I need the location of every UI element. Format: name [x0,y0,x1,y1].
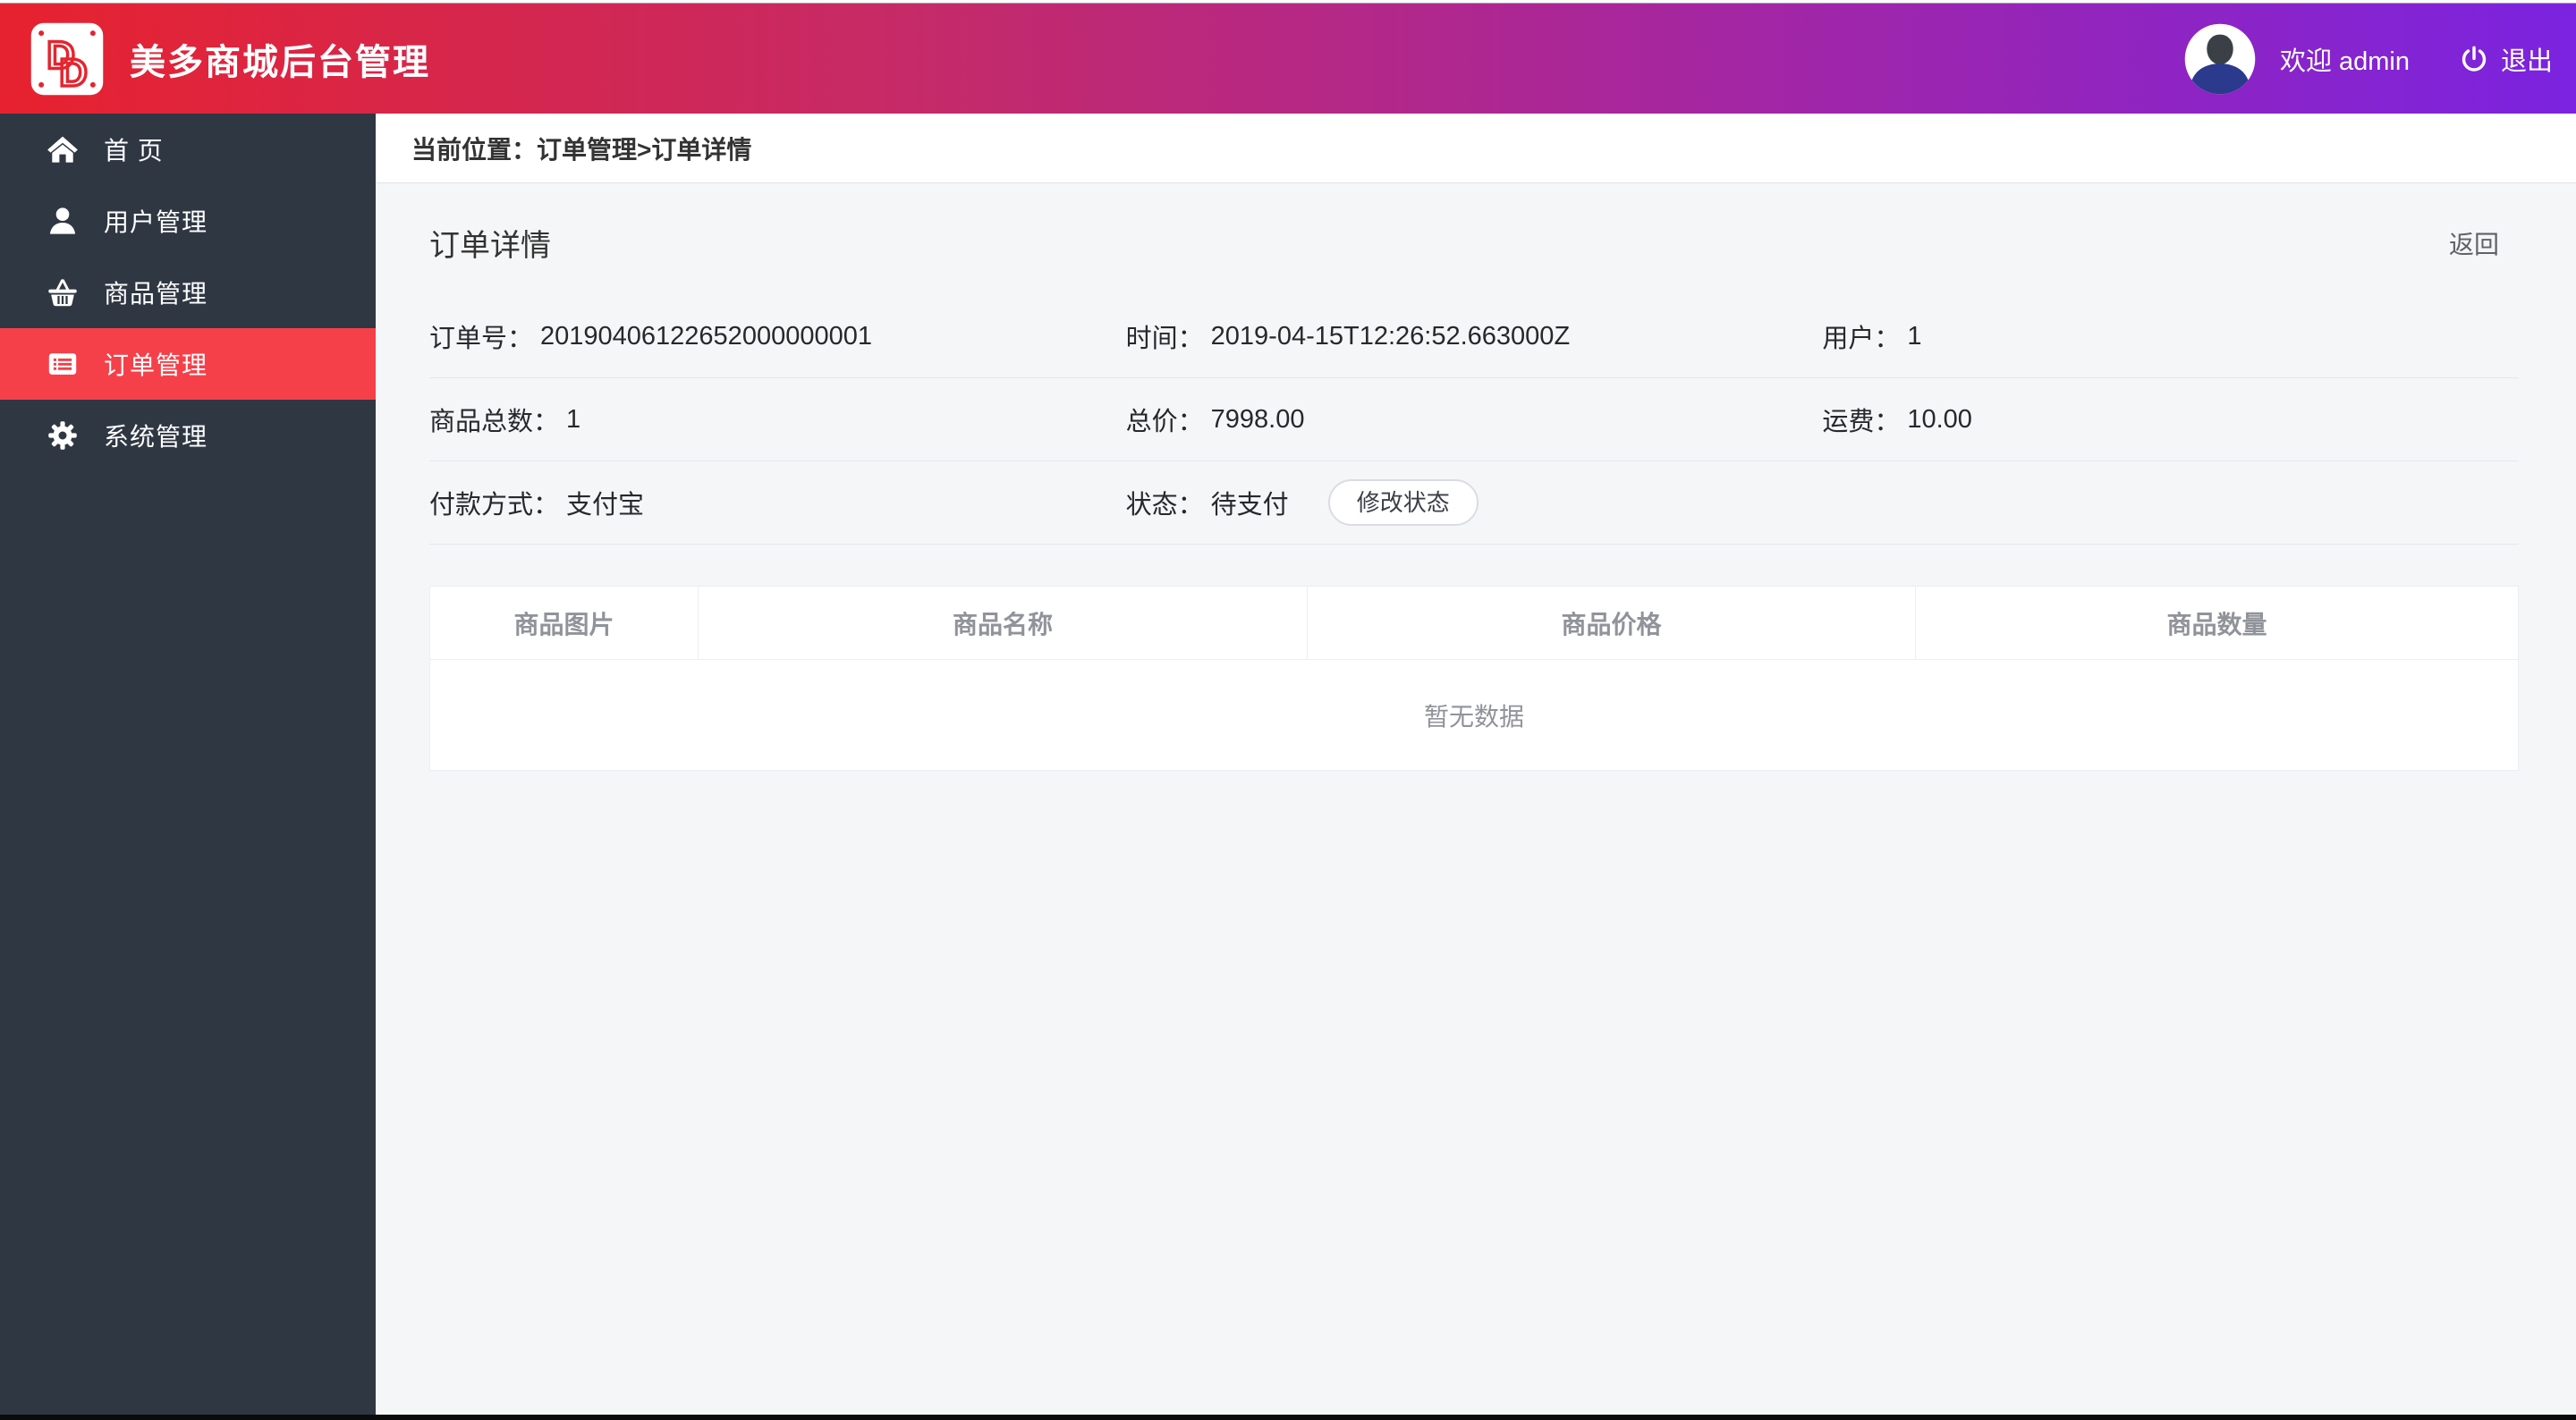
field-value: 10.00 [1907,404,1972,434]
welcome-text: 欢迎 admin [2279,46,2410,76]
sidebar-item-label: 商品管理 [104,280,208,308]
field-value: 20190406122652000000001 [540,321,872,351]
detail-row-3: 付款方式： 支付宝 状态： 待支付 修改状态 [429,461,2519,545]
sidebar-item-users[interactable]: 用户管理 [0,185,376,257]
col-goods-qty: 商品数量 [1915,586,2519,660]
field-status: 状态： 待支付 修改状态 [1126,479,1823,526]
brand: D D 美多商城后台管理 [30,21,430,97]
sidebar-item-label: 订单管理 [104,351,208,379]
field-label: 时间： [1125,325,1204,353]
main-area: 当前位置：订单管理>订单详情 订单详情 返回 订单号： 201904061226… [376,114,2576,1415]
home-icon [47,136,78,163]
sidebar-item-home[interactable]: 首 页 [0,114,376,185]
field-label: 用户： [1822,325,1901,353]
logout-label: 退出 [2500,46,2553,76]
field-label: 付款方式： [429,491,560,520]
field-value: 7998.00 [1210,404,1305,434]
user-icon [49,207,76,234]
title-row: 订单详情 返回 [429,183,2519,295]
detail-row-1: 订单号： 20190406122652000000001 时间： 2019-04… [429,295,2519,378]
sidebar-item-label: 首 页 [104,137,164,165]
modify-status-button[interactable]: 修改状态 [1327,479,1479,526]
basket-icon [48,279,77,307]
app-body: 首 页 用户管理 商品管理 订单管理 系统管理 当前位置：订单管理>订单详情 订… [0,114,2576,1415]
order-list-icon [48,353,77,375]
field-label: 订单号： [429,325,534,353]
back-link[interactable]: 返回 [2449,225,2499,261]
goods-table-header-row: 商品图片 商品名称 商品价格 商品数量 [429,586,2519,660]
col-goods-name: 商品名称 [698,586,1308,660]
field-freight: 运费： 10.00 [1822,401,2519,438]
logout-button[interactable]: 退出 [2460,40,2553,78]
field-pay-method: 付款方式： 支付宝 [429,484,1126,521]
goods-table: 商品图片 商品名称 商品价格 商品数量 暂无数据 [429,586,2519,771]
gear-icon [48,421,77,450]
svg-text:D: D [59,50,88,94]
power-icon [2462,46,2487,72]
empty-data-text: 暂无数据 [429,659,2519,771]
sidebar-item-goods[interactable]: 商品管理 [0,257,376,328]
status-value: 待支付 [1210,491,1289,520]
field-value: 2019-04-15T12:26:52.663000Z [1210,321,1571,351]
field-value: 支付宝 [566,491,645,520]
screen: D D 美多商城后台管理 欢迎 admin 退出 首 页 用户管理 商品管理 订… [0,0,2576,1420]
brand-title: 美多商城后台管理 [130,42,430,82]
brand-logo-icon: D D [30,22,104,96]
field-user: 用户： 1 [1822,317,2519,355]
page-title: 订单详情 [429,229,551,263]
col-goods-price: 商品价格 [1307,586,1916,660]
order-detail-panel: 订单详情 返回 订单号： 20190406122652000000001 时间：… [376,183,2576,1415]
sidebar-item-label: 系统管理 [104,423,208,451]
goods-table-empty-row: 暂无数据 [429,659,2519,771]
field-label: 运费： [1822,408,1901,436]
breadcrumb-bar: 当前位置：订单管理>订单详情 [376,114,2576,183]
field-total-count: 商品总数： 1 [429,401,1126,438]
field-value: 1 [1907,321,1922,351]
field-label: 商品总数： [429,408,560,436]
col-goods-image: 商品图片 [429,586,699,660]
sidebar-item-orders[interactable]: 订单管理 [0,328,376,400]
field-order-no: 订单号： 20190406122652000000001 [429,317,1126,355]
field-total-price: 总价： 7998.00 [1126,401,1823,438]
field-label: 状态： [1125,491,1204,520]
avatar [2184,23,2256,94]
detail-row-2: 商品总数： 1 总价： 7998.00 运费： 10.00 [429,378,2519,461]
breadcrumb: 当前位置：订单管理>订单详情 [411,135,752,164]
field-label: 总价： [1125,408,1204,436]
header-right: 欢迎 admin 退出 [2183,22,2553,96]
field-value: 1 [566,404,581,434]
field-time: 时间： 2019-04-15T12:26:52.663000Z [1126,317,1823,355]
sidebar: 首 页 用户管理 商品管理 订单管理 系统管理 [0,114,376,1415]
sidebar-item-label: 用户管理 [104,208,208,236]
sidebar-item-system[interactable]: 系统管理 [0,400,376,471]
window-bottom-strip [0,1415,2576,1420]
app-header: D D 美多商城后台管理 欢迎 admin 退出 [0,4,2576,114]
